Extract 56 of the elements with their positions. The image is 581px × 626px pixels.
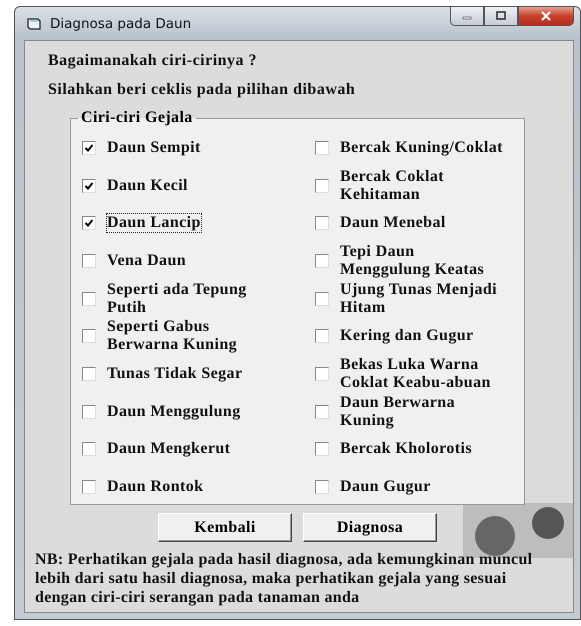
checkbox-label[interactable]: Bercak Kholorotis bbox=[339, 439, 473, 460]
checkbox-label[interactable]: Daun Sempit bbox=[106, 138, 202, 158]
close-button[interactable] bbox=[518, 6, 574, 26]
checkbox[interactable] bbox=[315, 292, 329, 306]
checkbox[interactable] bbox=[82, 442, 96, 456]
checkbox[interactable] bbox=[315, 366, 329, 381]
checkbox-label[interactable]: Bekas Luka Warna Coklat Keabu-abuan bbox=[339, 354, 506, 393]
question-text: Bagaimanakah ciri-cirinya ? bbox=[48, 51, 258, 71]
checkbox-label[interactable]: Daun Rontok bbox=[106, 477, 204, 498]
window-title: Diagnosa pada Daun bbox=[50, 16, 192, 32]
maximize-button[interactable] bbox=[484, 6, 518, 26]
checkbox[interactable] bbox=[82, 216, 96, 230]
checkbox-label[interactable]: Daun Menggulung bbox=[106, 402, 242, 422]
checkbox-label[interactable]: Vena Daun bbox=[106, 250, 188, 271]
checkbox-label[interactable]: Bercak Kuning/Coklat bbox=[339, 138, 504, 158]
checkbox-label[interactable]: Kering dan Gugur bbox=[339, 326, 475, 346]
checkbox[interactable] bbox=[315, 442, 329, 456]
checkbox-label[interactable]: Seperti Gabus Berwarna Kuning bbox=[106, 317, 273, 356]
checkbox-label[interactable]: Daun Berwarna Kuning bbox=[339, 392, 506, 431]
checkbox[interactable] bbox=[82, 178, 96, 193]
checkbox[interactable] bbox=[315, 254, 329, 268]
checkbox-label[interactable]: Daun Mengkerut bbox=[106, 439, 232, 460]
checkbox-label[interactable]: Bercak Coklat Kehitaman bbox=[339, 166, 506, 205]
close-icon bbox=[539, 11, 553, 21]
minimize-button[interactable] bbox=[450, 6, 484, 26]
checkbox[interactable] bbox=[315, 216, 329, 230]
checkmark-icon bbox=[84, 142, 94, 153]
checkmark-icon bbox=[84, 218, 94, 228]
instruction-text: Silahkan beri ceklis pada pilihan dibawah bbox=[48, 80, 356, 100]
checkbox[interactable] bbox=[315, 140, 329, 155]
checkbox[interactable] bbox=[82, 292, 96, 306]
checkbox-label[interactable]: Daun Kecil bbox=[106, 176, 189, 196]
checkbox-label[interactable]: Tunas Tidak Segar bbox=[106, 364, 244, 384]
checkbox[interactable] bbox=[82, 480, 96, 494]
group-title: Ciri-ciri Gejala bbox=[80, 109, 194, 127]
checkbox-label[interactable]: Ujung Tunas Menjadi Hitam bbox=[339, 280, 506, 318]
checkbox[interactable] bbox=[82, 366, 96, 381]
checkmark-icon bbox=[84, 180, 94, 191]
checkbox-label[interactable]: Daun Gugur bbox=[339, 477, 432, 498]
checkbox[interactable] bbox=[82, 254, 96, 268]
action-button[interactable]: Diagnosa bbox=[303, 513, 437, 542]
checkbox[interactable] bbox=[315, 404, 329, 419]
checkbox[interactable] bbox=[82, 140, 96, 155]
checkbox[interactable] bbox=[315, 329, 329, 344]
checkbox[interactable] bbox=[82, 404, 96, 419]
window-icon bbox=[26, 16, 42, 32]
checkbox[interactable] bbox=[315, 480, 329, 494]
checkbox-label[interactable]: Seperti ada Tepung Putih bbox=[106, 280, 273, 318]
checkbox-label[interactable]: Daun Lancip bbox=[106, 213, 202, 234]
checkbox-label[interactable]: Daun Menebal bbox=[339, 213, 447, 234]
checkbox-label[interactable]: Tepi Daun Menggulung Keatas bbox=[339, 242, 506, 280]
checkbox[interactable] bbox=[82, 329, 96, 344]
action-button[interactable]: Kembali bbox=[158, 513, 292, 542]
maximize-icon bbox=[494, 11, 508, 21]
checkbox[interactable] bbox=[315, 178, 329, 193]
note-text: NB: Perhatikan gejala pada hasil diagnosa, ada kemungkinan muncul lebih dari satu hasil diagnosa, maka perhatikan gejala yang sesuai dengan ciri-ciri serangan pada tanaman anda bbox=[35, 550, 534, 607]
